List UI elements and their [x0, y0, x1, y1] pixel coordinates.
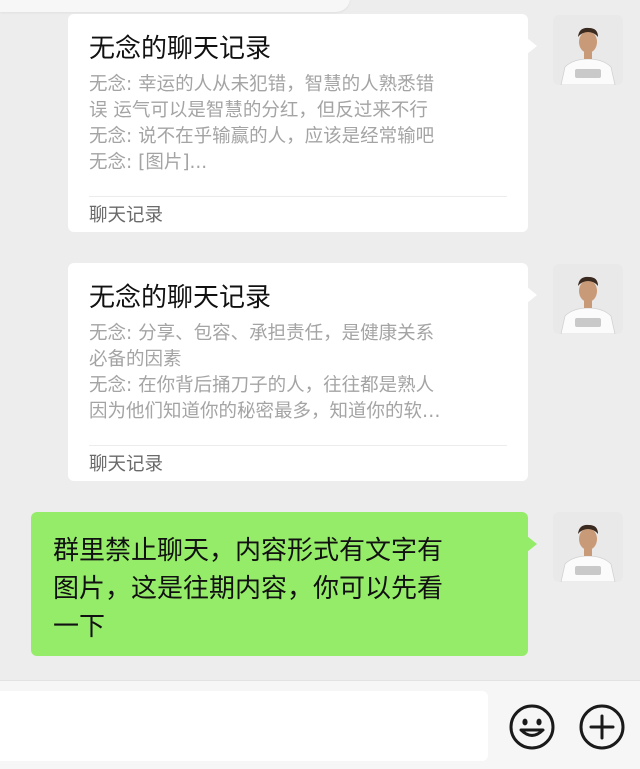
preview-line: 无念: 幸运的人从未犯错，智慧的人熟悉错	[89, 74, 435, 95]
card-divider	[89, 196, 507, 197]
preview-line: 必备的因素	[89, 349, 182, 370]
chat-record-card[interactable]: 无念的聊天记录 无念: 幸运的人从未犯错，智慧的人熟悉错 误 运气可以是智慧的分…	[68, 14, 537, 232]
chat-record-card[interactable]: 无念的聊天记录 无念: 分享、包容、承担责任，是健康关系 必备的因素 无念: 在…	[68, 263, 537, 481]
card-title: 无念的聊天记录	[89, 283, 272, 313]
card-preview: 无念: 幸运的人从未犯错，智慧的人熟悉错 误 运气可以是智慧的分红，但反过来不行…	[89, 72, 499, 176]
message-text-line: 一下	[53, 612, 106, 642]
avatar[interactable]	[553, 15, 623, 85]
preview-line: 无念: 分享、包容、承担责任，是健康关系	[89, 323, 435, 344]
preview-line: 因为他们知道你的秘密最多，知道你的软…	[89, 401, 441, 422]
emoji-smile-icon	[509, 704, 555, 750]
plus-circle-icon	[579, 704, 625, 750]
emoji-button[interactable]	[508, 703, 556, 751]
avatar[interactable]	[553, 264, 623, 334]
card-preview: 无念: 分享、包容、承担责任，是健康关系 必备的因素 无念: 在你背后捅刀子的人…	[89, 321, 499, 425]
avatar[interactable]	[553, 512, 623, 582]
previous-message-bubble	[0, 0, 350, 12]
card-footer: 聊天记录	[89, 454, 164, 475]
preview-line: 误 运气可以是智慧的分红，但反过来不行	[89, 100, 428, 121]
message-text-line: 群里禁止聊天，内容形式有文字有	[53, 536, 444, 566]
message-input[interactable]	[0, 691, 488, 761]
add-button[interactable]	[578, 703, 626, 751]
preview-line: 无念: [图片]...	[89, 152, 208, 173]
preview-line: 无念: 说不在乎输赢的人，应该是经常输吧	[89, 126, 435, 147]
card-title: 无念的聊天记录	[89, 34, 272, 64]
text-message-bubble[interactable]: 群里禁止聊天，内容形式有文字有 图片，这是往期内容，你可以先看 一下	[31, 512, 537, 656]
message-text-line: 图片，这是往期内容，你可以先看	[53, 574, 444, 604]
card-footer: 聊天记录	[89, 205, 164, 226]
preview-line: 无念: 在你背后捅刀子的人，往往都是熟人	[89, 375, 435, 396]
card-divider	[89, 445, 507, 446]
input-bar	[0, 680, 640, 769]
